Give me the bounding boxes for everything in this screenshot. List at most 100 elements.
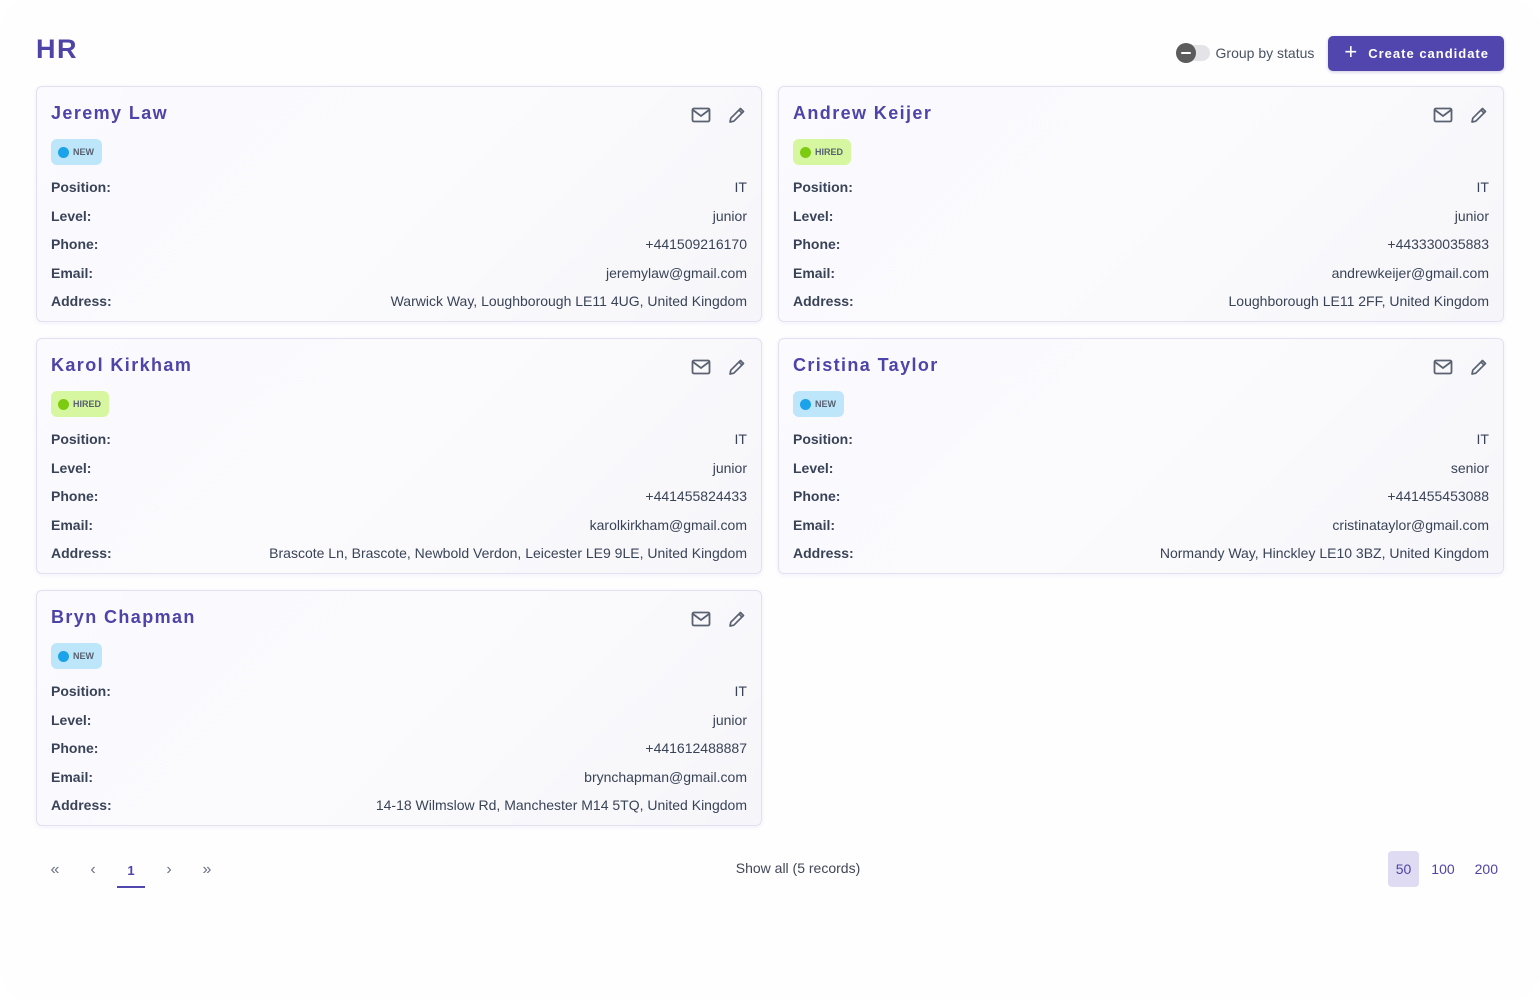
candidate-name: Andrew Keijer: [793, 103, 933, 123]
field-position: Position: IT: [51, 173, 747, 202]
address-value: 14-18 Wilmslow Rd, Manchester M14 5TQ, U…: [375, 797, 747, 814]
field-email: Email: cristinataylor@gmail.com: [793, 511, 1489, 540]
address-label: Address:: [51, 797, 112, 814]
app-frame: HR Group by status + Create candidate Je…: [0, 0, 1540, 1000]
phone-label: Phone:: [51, 488, 99, 505]
status-label: HIRED: [73, 399, 102, 409]
pencil-icon[interactable]: [727, 608, 747, 630]
candidate-fields: Position: IT Level: junior Phone: +4433300358…: [793, 173, 1489, 316]
candidate-card: Cristina Taylor NEW Position: IT Level: sen…: [778, 338, 1504, 574]
phone-label: Phone:: [793, 236, 841, 253]
level-value: junior: [712, 459, 747, 476]
phone-value: +441455453088: [1387, 488, 1489, 505]
email-value: brynchapman@gmail.com: [584, 768, 747, 785]
field-email: Email: jeremylaw@gmail.com: [51, 259, 747, 288]
status-dot-icon: [58, 146, 69, 158]
candidate-fields: Position: IT Level: junior Phone: +4416124888…: [51, 677, 747, 820]
field-phone: Phone: +441612488887: [51, 734, 747, 763]
address-value: Loughborough LE11 2FF, United Kingdom: [1228, 293, 1489, 310]
candidate-card: Karol Kirkham HIRED Position: IT Level: jun…: [36, 338, 762, 574]
pencil-icon[interactable]: [1469, 356, 1489, 378]
mail-icon[interactable]: [691, 608, 711, 630]
create-candidate-button[interactable]: + Create candidate: [1328, 35, 1504, 71]
level-label: Level:: [793, 207, 834, 224]
records-count: Show all (5 records): [735, 860, 861, 876]
candidate-fields: Position: IT Level: junior Phone: +4414558244…: [51, 425, 747, 568]
position-label: Position:: [51, 179, 111, 196]
toggle-track[interactable]: [1175, 43, 1210, 63]
mail-icon[interactable]: [691, 104, 711, 126]
field-level: Level: junior: [51, 454, 747, 483]
position-label: Position:: [793, 179, 853, 196]
position-label: Position:: [51, 431, 111, 448]
email-value: andrewkeijer@gmail.com: [1331, 264, 1489, 281]
group-by-status-toggle[interactable]: Group by status: [1175, 43, 1315, 63]
address-label: Address:: [793, 545, 854, 562]
card-actions: [1433, 356, 1489, 378]
candidate-fields: Position: IT Level: senior Phone: +4414554530…: [793, 425, 1489, 568]
status-label: NEW: [73, 147, 94, 157]
pencil-icon[interactable]: [1469, 104, 1489, 126]
status-badge: NEW: [51, 643, 102, 669]
email-label: Email:: [51, 516, 94, 533]
status-label: NEW: [815, 399, 836, 409]
address-label: Address:: [51, 293, 112, 310]
field-position: Position: IT: [51, 425, 747, 454]
address-label: Address:: [793, 293, 854, 310]
candidate-card: Bryn Chapman NEW Position: IT Level: junior…: [36, 590, 762, 826]
level-value: junior: [712, 207, 747, 224]
group-by-status-label: Group by status: [1215, 45, 1315, 61]
level-label: Level:: [51, 459, 92, 476]
card-actions: [691, 104, 747, 126]
position-label: Position:: [793, 431, 853, 448]
level-value: junior: [712, 711, 747, 728]
candidate-fields: Position: IT Level: junior Phone: +4415092161…: [51, 173, 747, 316]
page-size-100-button[interactable]: 100: [1423, 851, 1462, 887]
candidate-card: Andrew Keijer HIRED Position: IT Level: jun…: [778, 86, 1504, 322]
pencil-icon[interactable]: [727, 104, 747, 126]
field-email: Email: andrewkeijer@gmail.com: [793, 259, 1489, 288]
field-level: Level: junior: [793, 202, 1489, 231]
email-label: Email:: [793, 264, 836, 281]
candidate-name: Bryn Chapman: [51, 607, 196, 627]
page-size-200-button[interactable]: 200: [1467, 851, 1506, 887]
field-position: Position: IT: [51, 677, 747, 706]
email-label: Email:: [51, 264, 94, 281]
phone-value: +441509216170: [645, 236, 747, 253]
toggle-thumb-minus-icon[interactable]: [1175, 43, 1196, 63]
page-size-selector: 50 100 200: [1387, 851, 1506, 887]
candidate-name: Karol Kirkham: [51, 355, 193, 375]
level-label: Level:: [51, 711, 92, 728]
mail-icon[interactable]: [1433, 356, 1453, 378]
level-label: Level:: [51, 207, 92, 224]
field-address: Address: 14-18 Wilmslow Rd, Manchester M1…: [51, 791, 747, 820]
phone-value: +443330035883: [1387, 236, 1489, 253]
level-value: senior: [1450, 459, 1489, 476]
email-value: jeremylaw@gmail.com: [605, 264, 747, 281]
pencil-icon[interactable]: [727, 356, 747, 378]
phone-value: +441612488887: [645, 740, 747, 757]
mail-icon[interactable]: [1433, 104, 1453, 126]
mail-icon[interactable]: [691, 356, 711, 378]
page-title: HR: [36, 34, 78, 64]
field-level: Level: senior: [793, 454, 1489, 483]
position-value: IT: [1476, 179, 1489, 196]
email-value: cristinataylor@gmail.com: [1332, 516, 1489, 533]
address-value: Brascote Ln, Brascote, Newbold Verdon, L…: [269, 545, 747, 562]
phone-value: +441455824433: [645, 488, 747, 505]
field-phone: Phone: +441455453088: [793, 482, 1489, 511]
field-phone: Phone: +443330035883: [793, 230, 1489, 259]
field-address: Address: Normandy Way, Hinckley LE10 3BZ,…: [793, 539, 1489, 568]
card-actions: [691, 608, 747, 630]
position-label: Position:: [51, 683, 111, 700]
status-dot-icon: [800, 398, 811, 410]
page-size-50-button[interactable]: 50: [1387, 851, 1420, 887]
status-label: HIRED: [815, 147, 844, 157]
address-value: Normandy Way, Hinckley LE10 3BZ, United …: [1159, 545, 1489, 562]
field-position: Position: IT: [793, 173, 1489, 202]
position-value: IT: [734, 683, 747, 700]
field-address: Address: Brascote Ln, Brascote, Newbold V…: [51, 539, 747, 568]
position-value: IT: [734, 431, 747, 448]
address-label: Address:: [51, 545, 112, 562]
field-address: Address: Warwick Way, Loughborough LE11 4…: [51, 287, 747, 316]
